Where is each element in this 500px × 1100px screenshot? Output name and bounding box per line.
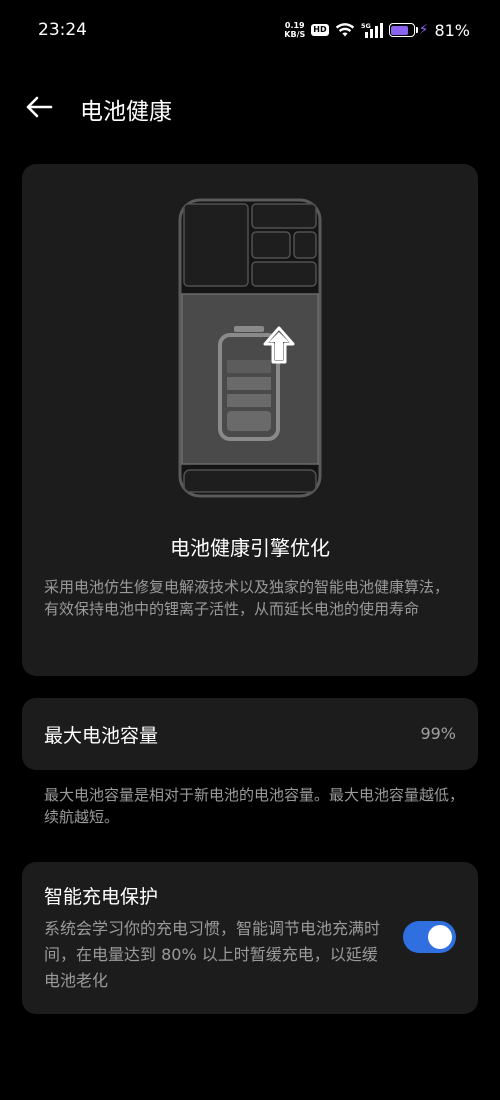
max-capacity-note: 最大电池容量是相对于新电池的电池容量。最大电池容量越低，续航越短。 [44, 786, 465, 826]
hd-badge: HD [311, 24, 329, 36]
network-speed-unit: KB/S [284, 30, 306, 39]
battery-level-fill [391, 25, 409, 35]
smart-charging-description: 系统会学习你的充电习惯，智能调节电池充满时间，在电量达到 80% 以上时暂缓充电… [44, 919, 381, 990]
smart-charging-card[interactable]: 智能充电保护 系统会学习你的充电习惯，智能调节电池充满时间，在电量达到 80% … [22, 862, 478, 1014]
arrow-left-icon [26, 96, 53, 118]
phone-battery-upgrade-icon [178, 198, 322, 498]
battery-percent: 81% [434, 20, 470, 40]
network-speed-value: 0.19 [284, 21, 305, 30]
max-capacity-card: 最大电池容量 99% [22, 698, 478, 770]
hero-title: 电池健康引擎优化 [170, 536, 330, 560]
max-capacity-value: 99% [420, 724, 456, 743]
status-icons: 0.19 KB/S HD 5G ⚡︎ 81% [284, 19, 470, 41]
charging-bolt-icon: ⚡︎ [418, 22, 429, 38]
wifi-icon [335, 23, 354, 37]
hero-description: 采用电池仿生修复电解液技术以及独家的智能电池健康算法，有效保持电池中的锂离子活性… [44, 578, 450, 618]
back-button[interactable] [22, 90, 56, 124]
page-title: 电池健康 [80, 99, 172, 125]
network-type-label: 5G [361, 22, 371, 30]
page-header: 电池健康 [0, 86, 500, 128]
battery-icon: ⚡︎ [388, 22, 429, 38]
max-capacity-label: 最大电池容量 [44, 725, 159, 747]
status-bar: 23:24 0.19 KB/S HD 5G ⚡︎ 81% [0, 0, 500, 60]
toggle-knob [428, 925, 452, 949]
status-time: 23:24 [38, 20, 87, 40]
cellular-signal-icon: 5G [361, 22, 383, 38]
smart-charging-label: 智能充电保护 [44, 886, 159, 908]
network-speed: 0.19 KB/S [284, 21, 305, 39]
smart-charging-toggle[interactable] [403, 921, 456, 953]
battery-health-engine-card: 电池健康引擎优化 采用电池仿生修复电解液技术以及独家的智能电池健康算法，有效保持… [22, 164, 478, 676]
